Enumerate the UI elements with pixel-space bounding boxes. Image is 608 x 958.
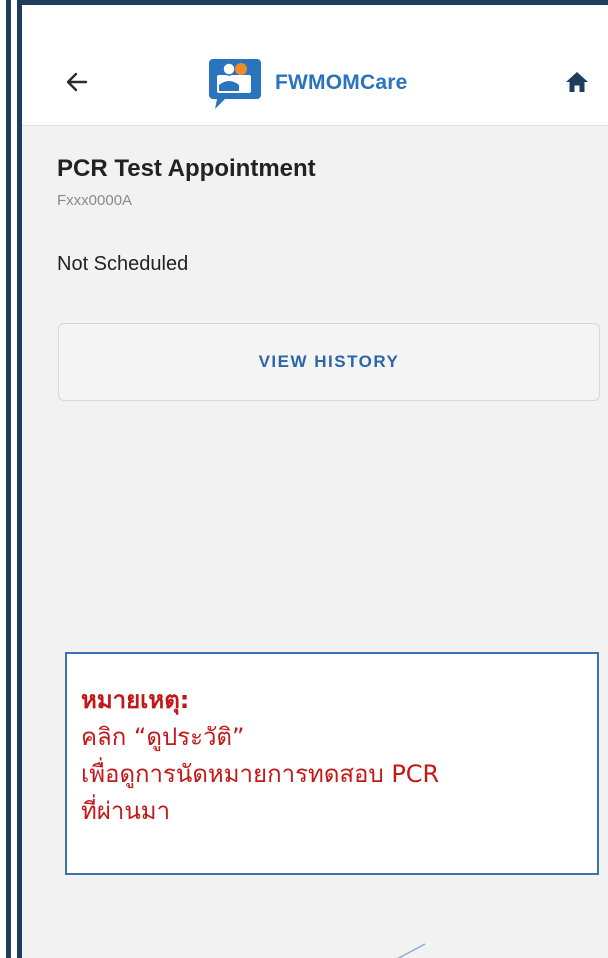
- note-line-3: ที่ผ่านมา: [81, 797, 171, 825]
- note-heading: หมายเหตุ:: [81, 686, 190, 714]
- page-title: PCR Test Appointment: [57, 155, 316, 182]
- app-name: FWMOMCare: [275, 71, 408, 94]
- back-button[interactable]: [60, 65, 94, 99]
- appointment-status: Not Scheduled: [57, 253, 189, 275]
- view-history-button[interactable]: VIEW HISTORY: [58, 323, 600, 401]
- note-callout: หมายเหตุ: คลิก “ดูประวัติ” เพื่อดูการนัด…: [65, 652, 599, 875]
- worker-id: Fxxx0000A: [57, 192, 133, 209]
- decorative-line: [397, 943, 426, 958]
- note-line-1: คลิก “ดูประวัติ”: [81, 723, 245, 751]
- app-header: FWMOMCare: [22, 5, 608, 126]
- note-line-2: เพื่อดูการนัดหมายการทดสอบ PCR: [81, 760, 440, 788]
- arrow-left-icon: [66, 72, 88, 92]
- left-frame-strip: [0, 0, 11, 958]
- home-icon: [566, 72, 588, 92]
- phone-screen: FWMOMCare PCR Test Appointment Fxxx0000A…: [17, 0, 608, 958]
- app-logo: FWMOMCare: [207, 55, 407, 111]
- home-button[interactable]: [560, 65, 594, 99]
- fwmomcare-logo-icon: [209, 59, 261, 109]
